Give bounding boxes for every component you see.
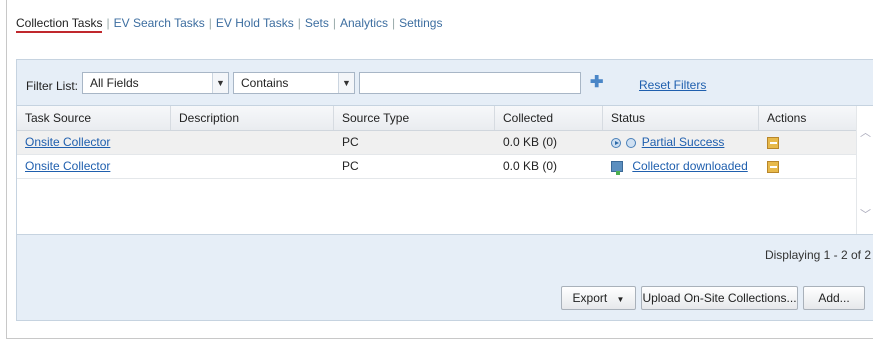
column-header-actions[interactable]: Actions [759,106,858,130]
export-button[interactable]: Export ▼ [561,286,636,310]
grid-header: Task Source Description Source Type Coll… [17,106,873,131]
grid-scrollbar[interactable]: ︿ ﹀ [856,106,873,234]
info-circle-icon[interactable] [611,137,621,148]
chevron-down-icon[interactable]: ▼ [212,73,228,93]
task-source-link[interactable]: Onsite Collector [25,159,110,173]
tab-separator: | [208,16,212,30]
column-header-source-type[interactable]: Source Type [334,106,495,130]
filter-field-select[interactable]: All Fields ▼ [82,72,229,94]
source-type-cell: PC [342,135,359,149]
status-link[interactable]: Partial Success [642,135,725,149]
scroll-up-icon[interactable]: ︿ [860,124,871,140]
table-row[interactable]: Onsite Collector PC 0.0 KB (0) Collector… [17,155,858,179]
edit-icon[interactable] [767,136,779,149]
filter-list-label: Filter List: [26,79,79,93]
tab-bar: Collection Tasks | EV Search Tasks | EV Hold… [16,16,442,33]
tab-separator: | [297,16,301,30]
filter-text-input[interactable] [359,72,581,94]
chevron-down-icon[interactable]: ▼ [338,73,354,93]
add-button[interactable]: Add... [803,286,865,310]
table-row[interactable]: Onsite Collector PC 0.0 KB (0) Partial S… [17,131,858,155]
upload-onsite-collections-button[interactable]: Upload On-Site Collections... [641,286,798,310]
collected-cell: 0.0 KB (0) [503,135,558,149]
tab-separator: | [106,16,110,30]
download-computer-icon [611,161,623,176]
column-header-collected[interactable]: Collected [495,106,603,130]
edit-icon[interactable] [767,160,779,173]
chevron-down-icon: ▼ [616,295,625,304]
task-source-link[interactable]: Onsite Collector [25,135,110,149]
tab-analytics[interactable]: Analytics [340,16,388,30]
column-header-description[interactable]: Description [171,106,334,130]
export-label: Export [572,291,608,305]
source-type-cell: PC [342,159,359,173]
clock-circle-icon[interactable] [626,137,637,148]
tab-settings[interactable]: Settings [399,16,442,30]
filter-operator-value: Contains [241,76,289,90]
filter-bar: Filter List: All Fields ▼ Contains ▼ ✚ R… [17,60,873,105]
filter-field-value: All Fields [90,76,139,90]
add-filter-icon[interactable]: ✚ [590,75,603,91]
tab-ev-search-tasks[interactable]: EV Search Tasks [114,16,205,30]
tab-separator: | [332,16,336,30]
tab-sets[interactable]: Sets [305,16,329,30]
description-cell [171,155,334,178]
tasks-grid: Task Source Description Source Type Coll… [17,105,873,235]
tab-separator: | [392,16,396,30]
description-cell [171,131,334,154]
column-header-status[interactable]: Status [603,106,759,130]
tab-ev-hold-tasks[interactable]: EV Hold Tasks [216,16,294,30]
filter-operator-select[interactable]: Contains ▼ [233,72,355,94]
column-header-task-source[interactable]: Task Source [17,106,171,130]
tasks-panel: Filter List: All Fields ▼ Contains ▼ ✚ R… [16,59,873,321]
scroll-down-icon[interactable]: ﹀ [860,206,871,222]
status-link[interactable]: Collector downloaded [632,159,747,173]
pager-info: Displaying 1 - 2 of 2 [764,248,871,262]
tab-collection-tasks[interactable]: Collection Tasks [16,16,103,33]
collected-cell: 0.0 KB (0) [503,159,558,173]
reset-filters-link[interactable]: Reset Filters [639,78,706,92]
